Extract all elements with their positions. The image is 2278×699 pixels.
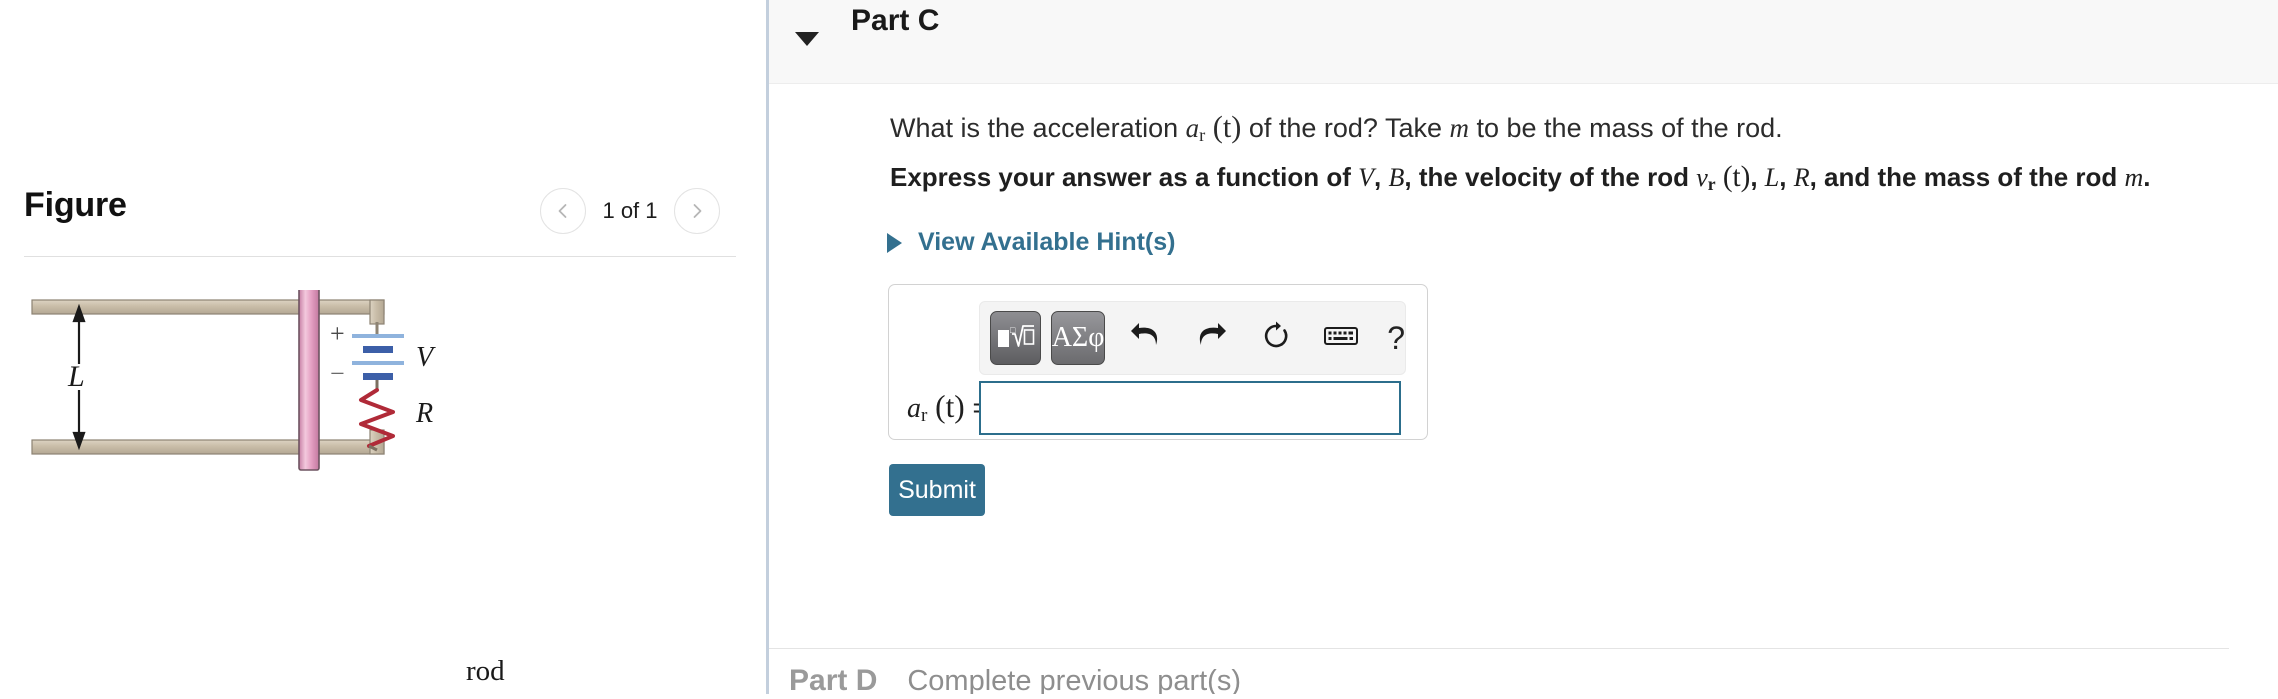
svg-text:−: − [330, 359, 345, 388]
chevron-right-icon [687, 201, 707, 221]
keyboard-icon [1323, 324, 1358, 353]
math-L: L [1764, 163, 1780, 192]
greek-letters-icon: ΑΣφ [1051, 322, 1105, 353]
rod-rails-circuit-diagram: + − V R L [31, 283, 436, 471]
part-content: Part C What is the acceleration ar (t) o… [769, 0, 2278, 694]
answer-row: ar (t) = [907, 381, 1401, 435]
math-B: B [1388, 163, 1405, 192]
question-text-2: of the rod? Take [1241, 113, 1450, 143]
figure-diagram: + − V R L [24, 283, 736, 694]
answer-label-a: a [907, 392, 921, 424]
reset-circular-arrow-icon [1260, 320, 1292, 357]
caret-down-icon[interactable] [795, 32, 819, 46]
undo-button[interactable] [1121, 311, 1170, 365]
instruction-sep-2: , [1750, 162, 1765, 192]
math-v: v [1696, 163, 1708, 192]
part-d-row[interactable]: Part D Complete previous part(s) [789, 664, 1241, 694]
view-hints-label: View Available Hint(s) [918, 228, 1176, 256]
help-button[interactable]: ? [1387, 320, 1405, 357]
question-text-1: What is the acceleration [890, 113, 1186, 143]
figure-next-button[interactable] [674, 188, 720, 234]
question-text-3: to be the mass of the rod. [1469, 113, 1783, 143]
answer-label-arg: (t) [935, 388, 965, 424]
instruction-sep-3: , [1779, 162, 1794, 192]
part-header: Part C [769, 0, 2278, 84]
reset-button[interactable] [1251, 311, 1300, 365]
figure-panel: Figure 1 of 1 + − V R L rod [0, 0, 760, 694]
instruction-text-3: , and the mass of the rod [1809, 162, 2125, 192]
greek-symbols-button[interactable]: ΑΣφ [1051, 311, 1106, 365]
svg-text:L: L [67, 360, 85, 393]
math-R: R [1793, 163, 1810, 192]
part-d-title: Part D [789, 664, 878, 694]
svg-text:R: R [415, 398, 433, 429]
sliding-rod [298, 283, 320, 471]
part-d-status: Complete previous part(s) [907, 665, 1241, 694]
template-sqrt-icon: □ [997, 321, 1035, 356]
answer-label-sub: r [921, 405, 928, 427]
submit-button[interactable]: Submit [889, 464, 985, 516]
math-a: a [1185, 113, 1200, 143]
template-sqrt-button[interactable]: □ [990, 311, 1042, 365]
figure-prev-button[interactable] [540, 188, 586, 234]
math-toolbar: □ ΑΣφ ? [979, 301, 1406, 375]
math-m-2: m [2124, 163, 2144, 192]
math-v-sub: r [1707, 173, 1716, 194]
instruction-text-2: , the velocity of the rod [1404, 162, 1697, 192]
problem-page: Figure 1 of 1 + − V R L rod Part C What … [0, 0, 2278, 694]
instruction-text-1: Express your answer as a function of [890, 162, 1359, 192]
svg-text:+: + [330, 319, 345, 348]
instruction-period: . [2143, 162, 2151, 192]
battery-symbol [352, 334, 404, 380]
part-title: Part C [851, 4, 940, 37]
question-text: What is the acceleration ar (t) of the r… [890, 110, 1783, 146]
figure-title: Figure [24, 186, 127, 224]
answer-input[interactable] [979, 381, 1401, 435]
figure-divider [24, 256, 736, 257]
undo-arrow-icon [1129, 321, 1163, 356]
redo-button[interactable] [1186, 311, 1235, 365]
triangle-right-icon [887, 232, 902, 253]
figure-pager: 1 of 1 [540, 188, 720, 234]
instruction-sep-1: , [1374, 162, 1389, 192]
math-a-arg: (t) [1212, 110, 1242, 144]
math-V: V [1358, 163, 1375, 192]
figure-page-label: 1 of 1 [602, 198, 658, 223]
keyboard-button[interactable] [1316, 311, 1365, 365]
section-divider [769, 648, 2229, 649]
redo-arrow-icon [1194, 321, 1228, 356]
figure-header: Figure 1 of 1 [24, 186, 736, 248]
math-a-sub: r [1199, 125, 1206, 146]
answer-label: ar (t) = [907, 388, 989, 427]
view-hints-link[interactable]: View Available Hint(s) [887, 228, 1175, 257]
math-v-arg: (t) [1722, 161, 1751, 193]
answer-panel: □ ΑΣφ ? ar (t) [888, 284, 1428, 440]
svg-text:V: V [416, 342, 436, 373]
rod-label: rod [466, 655, 505, 687]
chevron-left-icon [553, 201, 573, 221]
instruction-text: Express your answer as a function of V , … [890, 161, 2151, 195]
math-m: m [1449, 113, 1470, 143]
